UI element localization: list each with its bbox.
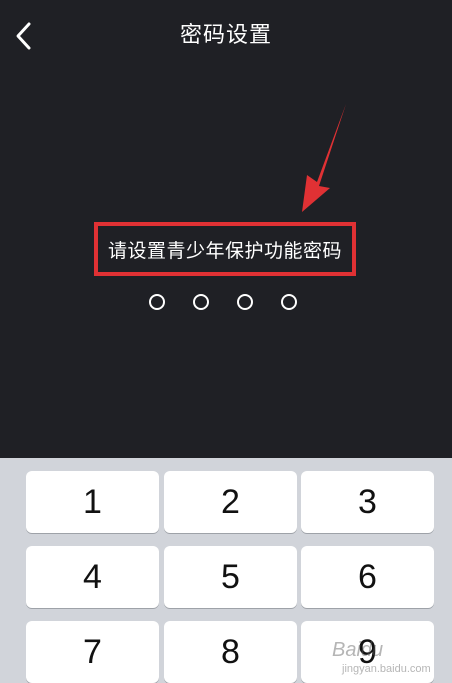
numeric-keypad: 1 2 3 4 5 6 7 8 9: [0, 458, 452, 683]
key-9[interactable]: 9: [301, 621, 434, 683]
pin-dot: [193, 294, 209, 310]
key-label: 4: [83, 557, 102, 596]
key-label: 9: [358, 632, 377, 671]
pin-dot: [237, 294, 253, 310]
key-7[interactable]: 7: [26, 621, 159, 683]
key-label: 8: [221, 632, 240, 671]
page-title: 密码设置: [179, 23, 272, 48]
pin-indicator: [147, 294, 307, 314]
key-label: 2: [221, 482, 240, 521]
key-label: 3: [358, 482, 377, 521]
key-2[interactable]: 2: [164, 471, 297, 533]
key-label: 5: [221, 557, 240, 596]
content-area: 密码设置 请设置青少年保护功能密码: [0, 0, 452, 458]
password-setup-screen: 密码设置 请设置青少年保护功能密码 1 2 3 4 5 6 7 8 9 Baid…: [0, 0, 452, 683]
key-6[interactable]: 6: [301, 546, 434, 608]
key-label: 7: [83, 632, 102, 671]
key-4[interactable]: 4: [26, 546, 159, 608]
key-label: 6: [358, 557, 377, 596]
nav-bar: 密码设置: [0, 0, 452, 70]
password-prompt: 请设置青少年保护功能密码: [107, 239, 342, 262]
key-8[interactable]: 8: [164, 621, 297, 683]
key-1[interactable]: 1: [26, 471, 159, 533]
key-3[interactable]: 3: [301, 471, 434, 533]
key-label: 1: [83, 482, 102, 521]
pin-dot: [149, 294, 165, 310]
pin-dot: [281, 294, 297, 310]
prompt-highlight-box: 请设置青少年保护功能密码: [94, 222, 356, 276]
key-5[interactable]: 5: [164, 546, 297, 608]
